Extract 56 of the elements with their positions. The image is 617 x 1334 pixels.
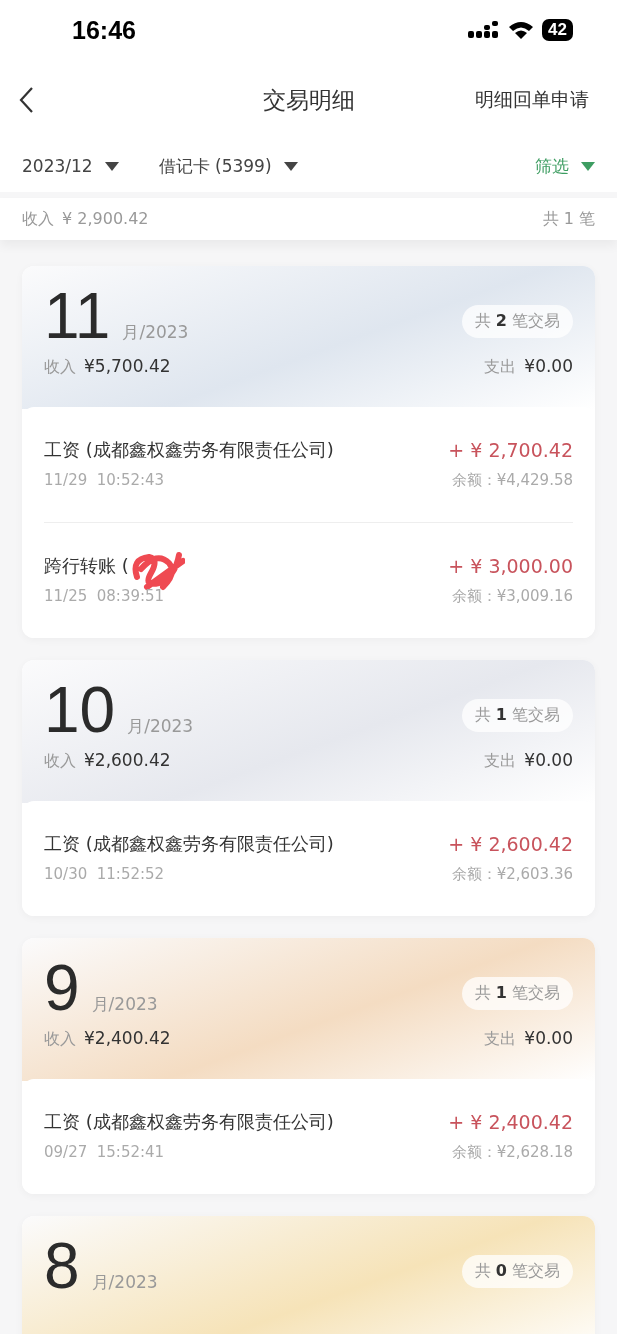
transaction-amount: + ¥ 3,000.00 bbox=[448, 554, 573, 579]
transaction-amount: + ¥ 2,600.42 bbox=[448, 832, 573, 857]
status-time: 16:46 bbox=[72, 15, 136, 45]
page-title: 交易明细 bbox=[262, 85, 355, 115]
caret-icon bbox=[283, 161, 298, 171]
month-dropdown[interactable]: 2023/12 bbox=[22, 156, 119, 176]
month-number: 8 bbox=[44, 1230, 80, 1302]
transaction-count: 共 1 笔 bbox=[542, 208, 595, 230]
caret-icon bbox=[581, 161, 595, 171]
transaction-name[interactable]: 跨行转账 ( bbox=[44, 554, 129, 578]
card-dropdown[interactable]: 借记卡 (5399) bbox=[158, 154, 298, 178]
income-amount: ¥2,400.42 bbox=[84, 1028, 171, 1048]
income-amount: ¥ 2,900.42 bbox=[62, 208, 149, 228]
transaction-time: 11/29 10:52:43 bbox=[44, 471, 166, 489]
income-amount: ¥5,700.42 bbox=[84, 356, 171, 376]
balance-text: 余额：¥4,429.58 bbox=[451, 471, 573, 490]
transaction-count-badge: 共 1 笔交易 bbox=[461, 698, 573, 732]
month-year: 月/2023 bbox=[122, 321, 189, 344]
transaction-count-badge: 共 2 笔交易 bbox=[461, 304, 573, 338]
transaction-time: 11/25 08:39:51 bbox=[44, 587, 166, 605]
back-icon[interactable] bbox=[18, 86, 34, 114]
month-year: 月/2023 bbox=[91, 1271, 158, 1294]
wifi-icon bbox=[508, 20, 535, 40]
transaction-amount: + ¥ 2,400.42 bbox=[448, 1110, 573, 1135]
expense-amount: ¥0.00 bbox=[524, 1028, 573, 1048]
balance-text: 余额：¥2,603.36 bbox=[451, 865, 573, 884]
income-label: 收入 bbox=[44, 357, 76, 378]
expense-amount: ¥0.00 bbox=[524, 750, 573, 770]
month-year: 月/2023 bbox=[127, 715, 194, 738]
transaction-name[interactable]: 工资 (成都鑫权鑫劳务有限责任公司) bbox=[44, 832, 334, 856]
balance-text: 余额：¥2,628.18 bbox=[451, 1143, 573, 1162]
expense-label: 支出 bbox=[484, 357, 517, 378]
income-label: 收入 bbox=[44, 751, 76, 772]
transaction-count-badge: 共 1 笔交易 bbox=[461, 976, 573, 1010]
income-amount: ¥2,600.42 bbox=[84, 750, 171, 770]
caret-icon bbox=[104, 161, 119, 171]
month-number: 9 bbox=[44, 952, 80, 1024]
transaction-amount: + ¥ 2,700.42 bbox=[448, 438, 573, 463]
transaction-name[interactable]: 工资 (成都鑫权鑫劳务有限责任公司) bbox=[44, 1110, 334, 1134]
battery-icon: 42 bbox=[542, 19, 573, 41]
expense-label: 支出 bbox=[484, 751, 517, 772]
income-label: 收入 bbox=[44, 1029, 76, 1050]
month-number: 10 bbox=[44, 674, 116, 746]
expense-amount: ¥0.00 bbox=[524, 356, 573, 376]
transaction-time: 10/30 11:52:52 bbox=[44, 865, 166, 883]
income-label: 收入 bbox=[22, 208, 54, 230]
transaction-time: 09/27 15:52:41 bbox=[44, 1143, 166, 1161]
receipt-request-link[interactable]: 明细回单申请 bbox=[475, 87, 589, 113]
expense-label: 支出 bbox=[484, 1029, 517, 1050]
month-number: 11 bbox=[44, 280, 111, 352]
signal-icon bbox=[468, 20, 501, 40]
transaction-name[interactable]: 工资 (成都鑫权鑫劳务有限责任公司) bbox=[44, 438, 334, 462]
month-year: 月/2023 bbox=[91, 993, 158, 1016]
filter-dropdown[interactable]: 筛选 bbox=[535, 154, 595, 178]
transaction-count-badge: 共 0 笔交易 bbox=[461, 1254, 573, 1288]
balance-text: 余额：¥3,009.16 bbox=[451, 587, 573, 606]
